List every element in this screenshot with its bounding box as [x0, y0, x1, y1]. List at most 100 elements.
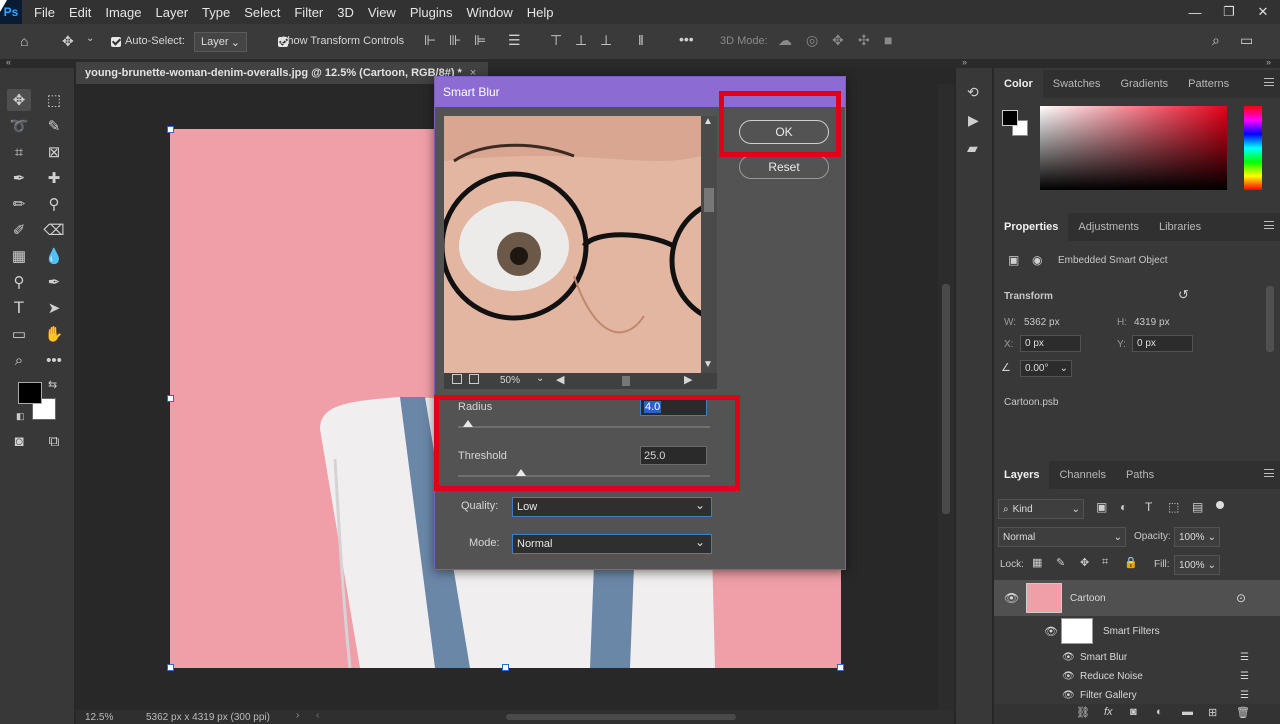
h-value[interactable]: 4319 px — [1134, 317, 1170, 328]
vertical-scroll-thumb[interactable] — [942, 284, 950, 514]
tab-gradients[interactable]: Gradients — [1110, 70, 1178, 98]
panel-menu-icon[interactable] — [1264, 221, 1274, 229]
quick-select-tool-icon[interactable]: ✎ — [42, 115, 66, 137]
menu-filter[interactable]: Filter — [294, 5, 323, 20]
align-right-icon[interactable]: ⊫ — [474, 32, 486, 49]
reset-button[interactable]: Reset — [739, 155, 829, 179]
mode-select[interactable]: Normal — [512, 534, 712, 554]
hand-tool-icon[interactable]: ✋ — [42, 323, 66, 345]
link-layers-icon[interactable]: ⛓ — [1076, 706, 1090, 719]
document-tab[interactable]: young-brunette-woman-denim-overalls.jpg … — [76, 62, 488, 84]
tab-patterns[interactable]: Patterns — [1178, 70, 1239, 98]
x-field[interactable]: 0 px — [1020, 335, 1081, 352]
path-select-icon[interactable]: ➤ — [42, 297, 66, 319]
new-layer-icon[interactable]: ⊞ — [1208, 706, 1217, 719]
home-icon[interactable]: ⌂ — [20, 33, 28, 49]
hue-slider[interactable] — [1244, 106, 1262, 190]
transform-handle[interactable] — [837, 664, 844, 671]
scroll-left-icon[interactable]: ‹ — [316, 710, 319, 721]
transform-handle[interactable] — [167, 126, 174, 133]
visibility-eye-icon[interactable]: 👁 — [1062, 652, 1075, 663]
adjustment-layer-icon[interactable]: ◐ — [1156, 706, 1163, 718]
lock-artboard-icon[interactable]: ⌗ — [1102, 556, 1108, 569]
visibility-eye-icon[interactable]: 👁 — [1062, 690, 1075, 701]
history-icon[interactable]: ⟲ — [967, 84, 979, 101]
rectangle-tool-icon[interactable]: ▭ — [7, 323, 31, 345]
pen-tool-icon[interactable]: ✒ — [42, 271, 66, 293]
filter-options-icon[interactable]: ☰ — [1240, 690, 1249, 701]
zoom-out-icon[interactable] — [452, 374, 462, 384]
align-center-icon[interactable]: ⊪ — [449, 32, 461, 49]
preview-hscroll-thumb[interactable] — [622, 376, 630, 386]
lock-position-icon[interactable]: ✥ — [1080, 556, 1089, 569]
filter-shape-icon[interactable]: ⬚ — [1168, 500, 1179, 514]
list-item[interactable]: 👁 Smart Blur ☰ — [994, 648, 1280, 666]
collapse-panels-icon[interactable]: » — [1266, 57, 1271, 67]
fx-icon[interactable]: fx — [1104, 706, 1113, 718]
lasso-tool-icon[interactable]: ➰ — [7, 115, 31, 137]
tab-color[interactable]: Color — [994, 70, 1043, 98]
3d-slide-icon[interactable]: ✣ — [858, 32, 870, 49]
menu-select[interactable]: Select — [244, 5, 280, 20]
lock-all-icon[interactable]: 🔒 — [1124, 556, 1138, 569]
more-tools-icon[interactable]: ••• — [42, 349, 66, 371]
distribute-vertical-icon[interactable]: ‖ — [638, 32, 644, 48]
blur-tool-icon[interactable]: 💧 — [42, 245, 66, 267]
collapse-left-icon[interactable]: « — [6, 57, 11, 67]
horizontal-scroll-thumb[interactable] — [506, 714, 736, 720]
tab-swatches[interactable]: Swatches — [1043, 70, 1111, 98]
layer-filter-dropdown[interactable]: ⌕ Kind ⌄ — [998, 499, 1084, 519]
eyedropper-tool-icon[interactable]: ✒ — [7, 167, 31, 189]
menu-help[interactable]: Help — [527, 5, 554, 20]
screen-mode-icon[interactable]: ⧉ — [42, 430, 66, 452]
minimize-button[interactable]: — — [1178, 0, 1212, 24]
transform-handle[interactable] — [167, 395, 174, 402]
lock-transparent-icon[interactable]: ▦ — [1032, 556, 1042, 569]
tab-libraries[interactable]: Libraries — [1149, 213, 1211, 241]
menu-file[interactable]: File — [34, 5, 55, 20]
quality-select[interactable]: Low — [512, 497, 712, 517]
zoom-in-icon[interactable] — [469, 374, 479, 384]
list-item[interactable]: 👁 Filter Gallery ☰ — [994, 686, 1280, 704]
workspace-icon[interactable]: ▭ — [1240, 32, 1253, 49]
history-brush-icon[interactable]: ✐ — [7, 219, 31, 241]
reset-transform-icon[interactable]: ↺ — [1178, 287, 1189, 303]
scroll-up-icon[interactable]: ▲ — [703, 116, 713, 127]
auto-select-dropdown[interactable]: Layer ⌄ — [194, 32, 247, 52]
healing-brush-icon[interactable]: ✚ — [42, 167, 66, 189]
chevron-down-icon[interactable]: ⌄ — [536, 373, 544, 384]
search-icon[interactable]: ⌕ — [1212, 32, 1220, 49]
zoom-tool-icon[interactable]: ⌕ — [7, 349, 31, 371]
panel-menu-icon[interactable] — [1264, 469, 1274, 477]
tab-layers[interactable]: Layers — [994, 461, 1050, 489]
marquee-tool-icon[interactable]: ⬚ — [42, 89, 66, 111]
swap-colors-icon[interactable]: ⇆ — [48, 378, 57, 391]
visibility-eye-icon[interactable]: 👁 — [1004, 591, 1019, 605]
3d-pan-icon[interactable]: ✥ — [832, 32, 844, 49]
tab-channels[interactable]: Channels — [1049, 461, 1115, 489]
filter-type-icon[interactable]: T — [1145, 500, 1152, 514]
menu-layer[interactable]: Layer — [156, 5, 189, 20]
menu-type[interactable]: Type — [202, 5, 230, 20]
restore-button[interactable]: ❐ — [1212, 0, 1246, 24]
filter-options-icon[interactable]: ☰ — [1240, 671, 1249, 682]
layer-name[interactable]: Cartoon — [1070, 593, 1106, 604]
smart-filter-indicator-icon[interactable]: ⊙ — [1236, 591, 1246, 605]
properties-scrollbar[interactable] — [1266, 286, 1274, 352]
filter-toggle-icon[interactable] — [1216, 501, 1224, 509]
clone-stamp-icon[interactable]: ⚲ — [42, 193, 66, 215]
3d-orbit-icon[interactable]: ☁ — [778, 32, 792, 49]
layer-row[interactable]: 👁 Smart Filters — [994, 618, 1280, 644]
add-mask-icon[interactable]: ◙ — [1130, 706, 1137, 718]
zoom-level[interactable]: 12.5% — [85, 712, 113, 723]
filter-preview[interactable] — [444, 116, 701, 373]
transform-handle[interactable] — [167, 664, 174, 671]
layer-name[interactable]: Smart Filters — [1103, 626, 1160, 637]
color-foreground-swatch[interactable] — [1002, 110, 1018, 126]
smart-filter-mask-thumbnail[interactable] — [1061, 618, 1093, 644]
align-bottom-icon[interactable]: ⊥ — [600, 32, 612, 49]
group-folder-icon[interactable]: ▬ — [1182, 706, 1193, 718]
visibility-eye-icon[interactable]: 👁 — [1044, 625, 1058, 638]
opacity-field[interactable]: 100% ⌄ — [1174, 527, 1220, 547]
3d-camera-icon[interactable]: ■ — [884, 32, 892, 48]
